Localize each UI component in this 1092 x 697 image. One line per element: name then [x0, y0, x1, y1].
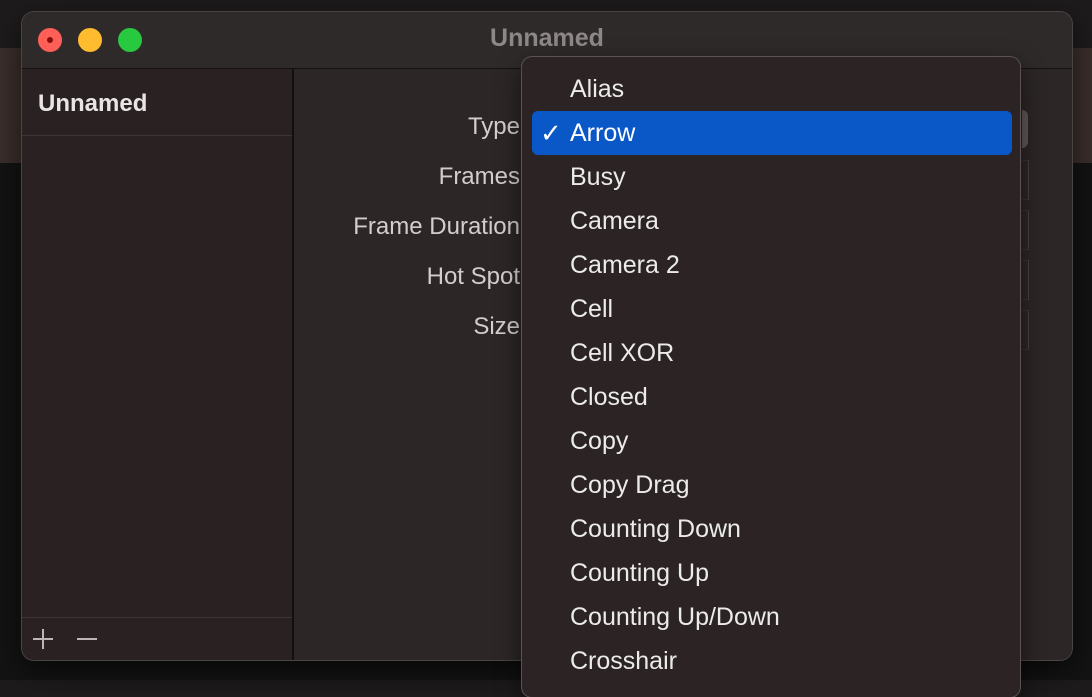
menu-item-alias[interactable]: Alias — [532, 67, 1012, 111]
menu-item-label: Cell XOR — [570, 339, 675, 367]
sidebar-item-label: Unnamed — [38, 90, 148, 117]
menu-item-label: Counting Up/Down — [570, 603, 780, 631]
type-popup-edge[interactable] — [1022, 110, 1028, 148]
menu-item-arrow[interactable]: ✓ Arrow — [532, 111, 1012, 155]
menu-item-label: Crosshair — [570, 647, 677, 675]
frame-duration-label: Frame Duration — [353, 213, 520, 240]
menu-item-label: Camera 2 — [570, 251, 680, 279]
menu-item-cell-xor[interactable]: Cell XOR — [532, 331, 1012, 375]
hot-spot-label: Hot Spot — [426, 263, 520, 290]
size-label: Size — [473, 313, 520, 340]
menu-item-label: Copy — [570, 427, 629, 455]
menu-item-counting-down[interactable]: Counting Down — [532, 507, 1012, 551]
menu-item-label: Copy Drag — [570, 471, 690, 499]
window-title: Unnamed — [490, 24, 604, 52]
frames-label: Frames — [438, 163, 520, 190]
sidebar-item-unnamed[interactable]: Unnamed — [22, 69, 292, 136]
frame-duration-field[interactable] — [1022, 210, 1029, 250]
menu-item-crosshair[interactable]: Crosshair — [532, 639, 1012, 683]
menu-item-label: Closed — [570, 383, 648, 411]
size-field[interactable] — [1022, 310, 1029, 350]
menu-item-counting-up-down[interactable]: Counting Up/Down — [532, 595, 1012, 639]
sidebar: Unnamed — [22, 69, 294, 660]
plus-icon[interactable] — [30, 626, 56, 652]
checkmark-icon: ✓ — [540, 118, 562, 148]
menu-item-label: Camera — [570, 207, 659, 235]
menu-item-copy[interactable]: Copy — [532, 419, 1012, 463]
menu-item-label: Cell — [570, 295, 614, 323]
menu-item-label: Busy — [570, 163, 626, 191]
frames-field[interactable] — [1022, 160, 1029, 200]
menu-item-label: Alias — [570, 75, 625, 103]
menu-item-label: Counting Up — [570, 559, 709, 587]
menu-item-busy[interactable]: Busy — [532, 155, 1012, 199]
sidebar-footer — [22, 617, 292, 660]
menu-item-copy-drag[interactable]: Copy Drag — [532, 463, 1012, 507]
menu-item-closed[interactable]: Closed — [532, 375, 1012, 419]
menu-item-counting-up[interactable]: Counting Up — [532, 551, 1012, 595]
menu-item-camera-2[interactable]: Camera 2 — [532, 243, 1012, 287]
hot-spot-field[interactable] — [1022, 260, 1029, 300]
type-dropdown-menu: Alias ✓ Arrow Busy Camera Camera 2 Cell … — [522, 57, 1020, 697]
minus-icon[interactable] — [74, 626, 100, 652]
menu-item-camera[interactable]: Camera — [532, 199, 1012, 243]
menu-item-cell[interactable]: Cell — [532, 287, 1012, 331]
menu-item-label: Counting Down — [570, 515, 741, 543]
type-label: Type — [467, 113, 520, 140]
menu-item-label: Arrow — [570, 119, 636, 147]
